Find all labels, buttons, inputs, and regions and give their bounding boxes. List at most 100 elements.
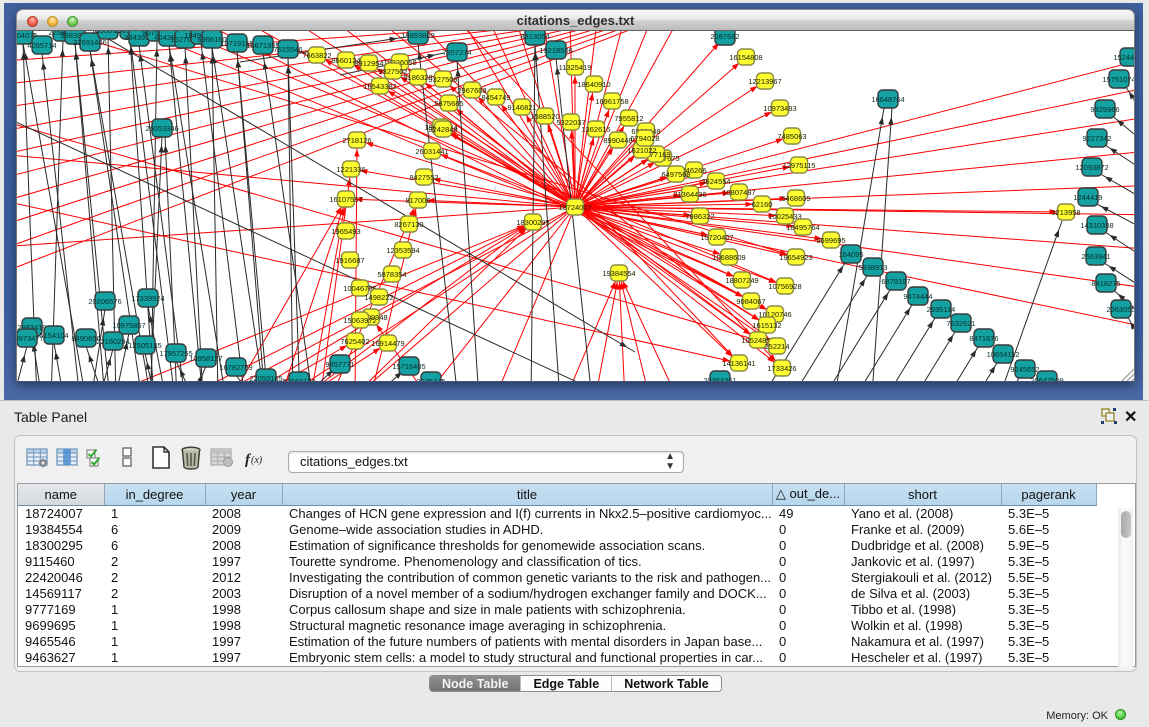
svg-text:10958127: 10958127 bbox=[189, 354, 222, 363]
svg-text:9245652: 9245652 bbox=[1010, 365, 1039, 374]
svg-text:16914479: 16914479 bbox=[371, 339, 404, 348]
svg-text:8471676: 8471676 bbox=[969, 334, 998, 343]
svg-text:19218506: 19218506 bbox=[539, 46, 572, 55]
svg-text:16154808: 16154808 bbox=[729, 53, 762, 62]
svg-text:1916687: 1916687 bbox=[335, 256, 364, 265]
svg-text:12975115: 12975115 bbox=[783, 161, 816, 170]
svg-text:10973493: 10973493 bbox=[763, 104, 796, 113]
svg-text:7663822: 7663822 bbox=[302, 51, 331, 60]
svg-text:164095: 164095 bbox=[838, 250, 863, 259]
svg-text:1621022: 1621022 bbox=[627, 146, 656, 155]
svg-text:10688609: 10688609 bbox=[712, 253, 745, 262]
svg-text:10975857: 10975857 bbox=[112, 321, 145, 330]
svg-text:18495764: 18495764 bbox=[786, 223, 819, 232]
svg-text:1221336: 1221336 bbox=[336, 165, 365, 174]
svg-text:15751074: 15751074 bbox=[1102, 75, 1134, 84]
svg-text:5878354: 5878354 bbox=[377, 270, 406, 279]
svg-text:20206576: 20206576 bbox=[88, 297, 121, 306]
svg-text:17339924: 17339924 bbox=[131, 294, 164, 303]
svg-text:6497568: 6497568 bbox=[661, 170, 690, 179]
svg-text:18807249: 18807249 bbox=[725, 276, 758, 285]
svg-text:16961758: 16961758 bbox=[595, 97, 628, 106]
svg-text:9457771: 9457771 bbox=[325, 360, 354, 369]
svg-text:16543382: 16543382 bbox=[363, 82, 396, 91]
svg-text:19384554: 19384554 bbox=[602, 269, 635, 278]
svg-text:2087682: 2087682 bbox=[710, 32, 739, 41]
svg-text:9474444: 9474444 bbox=[903, 292, 932, 301]
svg-text:9227342: 9227342 bbox=[1082, 134, 1111, 143]
svg-text:62160: 62160 bbox=[752, 200, 773, 209]
svg-text:6879197: 6879197 bbox=[881, 277, 910, 286]
svg-text:16107557: 16107557 bbox=[329, 195, 362, 204]
svg-text:2563055: 2563055 bbox=[1106, 305, 1134, 314]
svg-text:1588520: 1588520 bbox=[530, 112, 559, 121]
svg-text:1498222: 1498222 bbox=[364, 293, 393, 302]
svg-text:10756928: 10756928 bbox=[768, 282, 801, 291]
svg-text:9329966: 9329966 bbox=[1090, 105, 1119, 114]
svg-text:1733426: 1733426 bbox=[767, 364, 796, 373]
svg-text:7485063: 7485063 bbox=[777, 132, 806, 141]
svg-text:15063972: 15063972 bbox=[343, 316, 376, 325]
svg-text:10654112: 10654112 bbox=[987, 350, 1020, 359]
svg-text:5468605: 5468605 bbox=[781, 194, 810, 203]
svg-text:9146821: 9146821 bbox=[507, 103, 536, 112]
svg-text:10807487: 10807487 bbox=[722, 188, 755, 197]
svg-text:21364436: 21364436 bbox=[673, 190, 706, 199]
svg-text:26053346: 26053346 bbox=[145, 124, 178, 133]
svg-text:9242848: 9242848 bbox=[428, 125, 457, 134]
svg-text:7986322: 7986322 bbox=[685, 212, 714, 221]
svg-text:20364361: 20364361 bbox=[703, 376, 736, 382]
svg-text:1244419: 1244419 bbox=[1073, 193, 1102, 202]
svg-text:4055714: 4055714 bbox=[27, 41, 56, 50]
svg-text:16853809: 16853809 bbox=[401, 31, 434, 40]
svg-text:18724007: 18724007 bbox=[558, 203, 591, 212]
svg-text:1965493: 1965493 bbox=[331, 227, 360, 236]
svg-text:8427552: 8427552 bbox=[409, 173, 438, 182]
svg-text:15244500: 15244500 bbox=[1113, 53, 1134, 62]
svg-text:19654923: 19654923 bbox=[779, 253, 812, 262]
svg-text:6794028: 6794028 bbox=[630, 134, 659, 143]
svg-text:9699695: 9699695 bbox=[816, 236, 845, 245]
svg-text:8267130: 8267130 bbox=[394, 220, 423, 229]
svg-text:7625402: 7625402 bbox=[340, 337, 369, 346]
svg-text:3075745: 3075745 bbox=[416, 377, 445, 382]
svg-text:20562129: 20562129 bbox=[282, 377, 315, 382]
svg-text:12353594: 12353594 bbox=[386, 246, 419, 255]
svg-text:12213967: 12213967 bbox=[748, 77, 781, 86]
svg-text:18300295: 18300295 bbox=[516, 218, 549, 227]
svg-text:3624554: 3624554 bbox=[701, 177, 730, 186]
svg-text:7955812: 7955812 bbox=[614, 114, 643, 123]
svg-text:7357274: 7357274 bbox=[442, 48, 471, 57]
svg-text:7515546: 7515546 bbox=[273, 45, 302, 54]
svg-text:9084067: 9084067 bbox=[736, 297, 765, 306]
svg-text:15716485: 15716485 bbox=[392, 362, 425, 371]
svg-text:22160294: 22160294 bbox=[96, 337, 129, 346]
svg-text:18640910: 18640910 bbox=[577, 80, 610, 89]
svg-text:12505135: 12505135 bbox=[128, 341, 161, 350]
svg-text:5875685: 5875685 bbox=[434, 99, 463, 108]
svg-text:16648764: 16648764 bbox=[871, 95, 904, 104]
svg-text:20647509: 20647509 bbox=[1030, 376, 1063, 382]
svg-text:5938913: 5938913 bbox=[858, 263, 887, 272]
svg-text:8813054: 8813054 bbox=[520, 32, 549, 41]
svg-text:16782759: 16782759 bbox=[219, 363, 252, 372]
svg-text:(x): (x) bbox=[251, 455, 263, 466]
svg-text:1362615: 1362615 bbox=[581, 125, 610, 134]
svg-text:2663941: 2663941 bbox=[1081, 252, 1110, 261]
svg-text:8990448: 8990448 bbox=[603, 136, 632, 145]
svg-text:7632621: 7632621 bbox=[946, 319, 975, 328]
svg-text:14310388: 14310388 bbox=[1080, 221, 1113, 230]
svg-text:22053165: 22053165 bbox=[249, 374, 282, 382]
svg-text:17957255: 17957255 bbox=[159, 349, 192, 358]
svg-text:2718126: 2718126 bbox=[342, 136, 371, 145]
svg-text:11325419: 11325419 bbox=[559, 63, 592, 72]
svg-text:26031441: 26031441 bbox=[415, 147, 448, 156]
svg-text:1615132: 1615132 bbox=[752, 321, 781, 330]
svg-text:8418275: 8418275 bbox=[1091, 279, 1120, 288]
svg-text:15720407: 15720407 bbox=[700, 233, 733, 242]
svg-text:5154104: 5154104 bbox=[39, 331, 68, 340]
svg-text:8454749: 8454749 bbox=[481, 93, 510, 102]
svg-text:9327508: 9327508 bbox=[428, 75, 457, 84]
svg-text:3213958: 3213958 bbox=[1051, 208, 1080, 217]
svg-text:817006: 817006 bbox=[405, 196, 430, 205]
